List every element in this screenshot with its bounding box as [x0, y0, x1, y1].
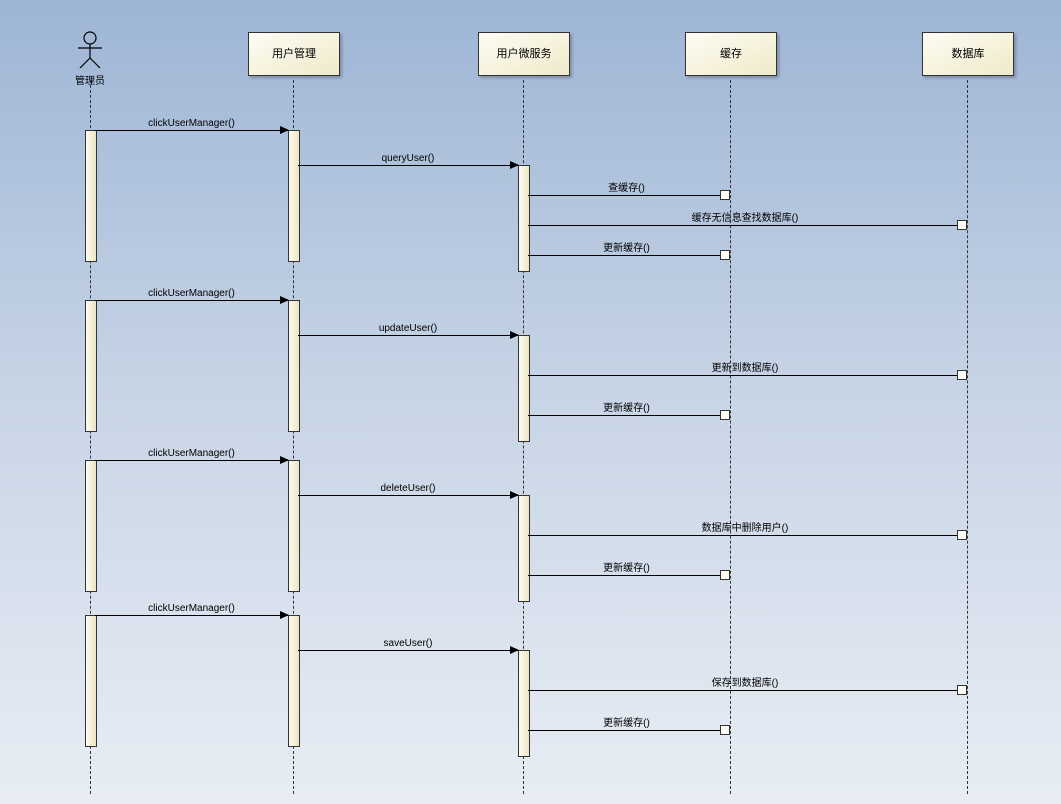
message: saveUser() — [298, 650, 518, 651]
message: 数据库中删除用户() — [528, 535, 962, 536]
message-label: clickUserManager() — [95, 448, 288, 459]
lifeline-user-service: 用户微服务 — [478, 32, 570, 76]
message: 缓存无信息查找数据库() — [528, 225, 962, 226]
message: deleteUser() — [298, 495, 518, 496]
message-label: clickUserManager() — [95, 603, 288, 614]
activation-actor — [85, 460, 97, 592]
message: 更新到数据库() — [528, 375, 962, 376]
activation-actor — [85, 130, 97, 262]
message-label: 缓存无信息查找数据库() — [528, 209, 962, 224]
message: clickUserManager() — [95, 615, 288, 616]
message-label: 更新缓存() — [528, 399, 725, 414]
message-label: clickUserManager() — [95, 288, 288, 299]
activation-p1 — [288, 460, 300, 592]
message-label: 更新缓存() — [528, 239, 725, 254]
activation-p1 — [288, 300, 300, 432]
message: updateUser() — [298, 335, 518, 336]
message-label: 更新缓存() — [528, 714, 725, 729]
activation-p2 — [518, 335, 530, 442]
lifeline-cache: 缓存 — [685, 32, 777, 76]
message: 查缓存() — [528, 195, 725, 196]
message-label: updateUser() — [298, 323, 518, 334]
lifeline-user-manage: 用户管理 — [248, 32, 340, 76]
message: clickUserManager() — [95, 460, 288, 461]
activation-p2 — [518, 495, 530, 602]
message: 保存到数据库() — [528, 690, 962, 691]
message-label: 更新到数据库() — [528, 359, 962, 374]
message-label: queryUser() — [298, 153, 518, 164]
activation-actor — [85, 300, 97, 432]
message: queryUser() — [298, 165, 518, 166]
dash-p4 — [967, 80, 968, 794]
lifeline-database: 数据库 — [922, 32, 1014, 76]
message-label: deleteUser() — [298, 483, 518, 494]
message: 更新缓存() — [528, 415, 725, 416]
message-label: 更新缓存() — [528, 559, 725, 574]
activation-actor — [85, 615, 97, 747]
message: 更新缓存() — [528, 730, 725, 731]
actor-icon — [70, 30, 110, 70]
activation-p1 — [288, 130, 300, 262]
message: 更新缓存() — [528, 255, 725, 256]
message-label: 查缓存() — [528, 179, 725, 194]
message-label: 保存到数据库() — [528, 674, 962, 689]
message: clickUserManager() — [95, 130, 288, 131]
message: 更新缓存() — [528, 575, 725, 576]
activation-p2 — [518, 650, 530, 757]
message-label: clickUserManager() — [95, 118, 288, 129]
message: clickUserManager() — [95, 300, 288, 301]
message-label: 数据库中删除用户() — [528, 519, 962, 534]
message-label: saveUser() — [298, 638, 518, 649]
activation-p1 — [288, 615, 300, 747]
